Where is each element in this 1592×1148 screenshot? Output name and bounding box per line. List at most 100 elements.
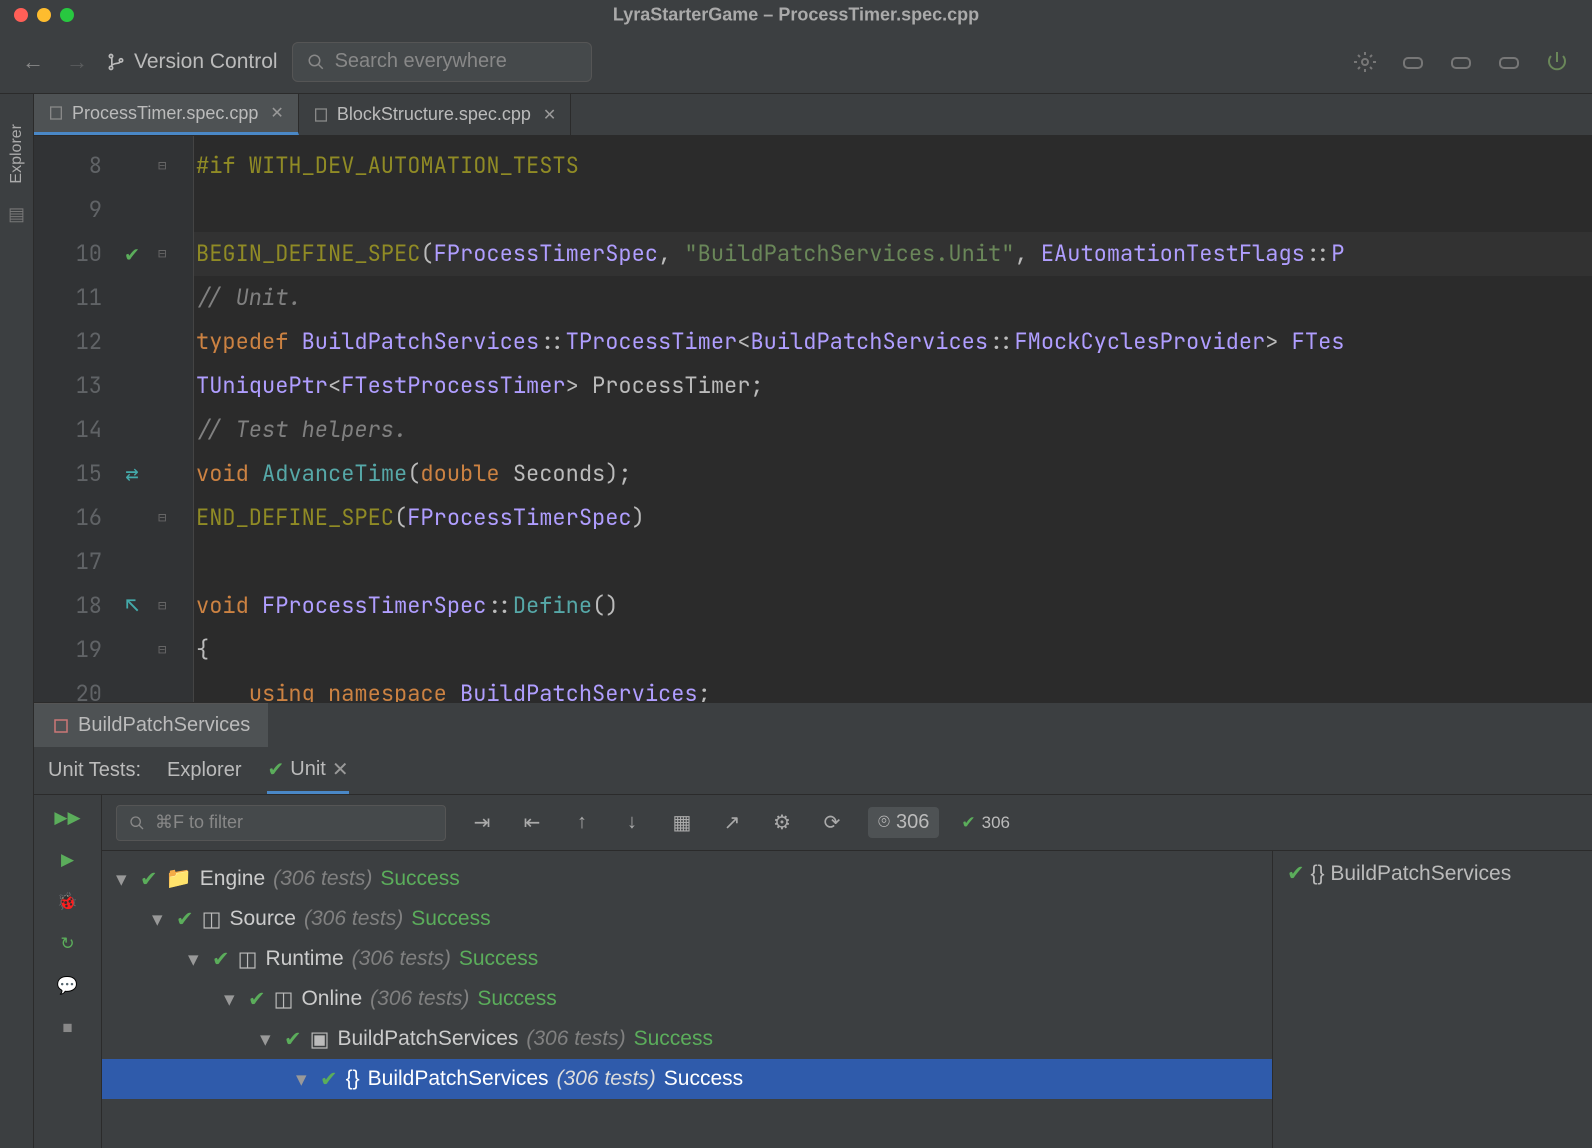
titlebar: LyraStarterGame – ProcessTimer.spec.cpp bbox=[0, 0, 1592, 30]
power-icon[interactable] bbox=[1540, 45, 1574, 79]
namespace-icon: {} bbox=[1310, 862, 1330, 885]
close-tab-button[interactable]: ✕ bbox=[270, 103, 283, 123]
panel-tab-label: BuildPatchServices bbox=[78, 714, 250, 737]
close-tab-button[interactable]: ✕ bbox=[543, 105, 556, 125]
tree-node[interactable]: ▾✔▣ BuildPatchServices (306 tests) Succe… bbox=[102, 1019, 1272, 1059]
test-tree[interactable]: ▾✔📁 Engine (306 tests) Success▾✔◫ Source… bbox=[102, 851, 1272, 1148]
subtab-label: Explorer bbox=[167, 759, 241, 782]
zoom-window-button[interactable] bbox=[60, 8, 74, 22]
search-placeholder: Search everywhere bbox=[335, 50, 507, 73]
editor-tab[interactable]: BlockStructure.spec.cpp ✕ bbox=[299, 94, 572, 135]
controller-icon-3[interactable] bbox=[1492, 45, 1526, 79]
controller-icon[interactable] bbox=[1396, 45, 1430, 79]
unit-tests-subtabs: Unit Tests: Explorer ✔ Unit ✕ bbox=[34, 747, 1592, 795]
chat-icon[interactable]: 💬 bbox=[55, 973, 81, 999]
nav-back-button[interactable]: ← bbox=[18, 47, 48, 77]
test-count-icon: ⌾ bbox=[878, 811, 890, 834]
stop-button[interactable]: ■ bbox=[55, 1015, 81, 1041]
node-type-icon: {} bbox=[346, 1067, 360, 1091]
tree-node[interactable]: ▾✔{} BuildPatchServices (306 tests) Succ… bbox=[102, 1059, 1272, 1099]
code-editor[interactable]: 891011121314151617181920 ✔⇄↖ ⊟⊟⊟⊟⊟ #if W… bbox=[34, 136, 1592, 702]
chevron-down-icon[interactable]: ▾ bbox=[260, 1027, 276, 1052]
filter-input[interactable]: ⌘F to filter bbox=[116, 805, 446, 841]
rerun-button[interactable]: ↻ bbox=[55, 931, 81, 957]
check-icon: ✔ bbox=[267, 757, 284, 782]
cpp-file-icon bbox=[48, 105, 64, 121]
tree-node[interactable]: ▾✔◫ Runtime (306 tests) Success bbox=[102, 939, 1272, 979]
node-type-icon: 📁 bbox=[166, 867, 192, 891]
refresh-button[interactable]: ⟳ bbox=[818, 810, 846, 835]
node-type-icon: ▣ bbox=[310, 1027, 330, 1052]
code-area[interactable]: #if WITH_DEV_AUTOMATION_TESTSBEGIN_DEFIN… bbox=[194, 136, 1592, 702]
version-control-button[interactable]: Version Control bbox=[106, 50, 278, 74]
close-subtab-button[interactable]: ✕ bbox=[332, 757, 349, 782]
export-button[interactable]: ↗ bbox=[718, 810, 746, 835]
minimize-window-button[interactable] bbox=[37, 8, 51, 22]
marks-gutter: ✔⇄↖ bbox=[112, 136, 152, 702]
editor-tabs: ProcessTimer.spec.cpp✕BlockStructure.spe… bbox=[34, 94, 1592, 136]
branch-icon bbox=[106, 52, 126, 72]
node-name: Online bbox=[301, 987, 362, 1011]
node-count: (306 tests) bbox=[557, 1067, 656, 1091]
node-name: Runtime bbox=[265, 947, 343, 971]
node-status: Success bbox=[634, 1027, 713, 1051]
tab-label: BlockStructure.spec.cpp bbox=[337, 104, 531, 125]
check-icon: ✔ bbox=[284, 1027, 302, 1052]
editor-tab[interactable]: ProcessTimer.spec.cpp ✕ bbox=[34, 94, 299, 135]
version-control-label: Version Control bbox=[134, 50, 278, 74]
tree-node[interactable]: ▾✔◫ Source (306 tests) Success bbox=[102, 899, 1272, 939]
sidebar-icon[interactable]: ▤ bbox=[8, 204, 25, 225]
nav-forward-button[interactable]: → bbox=[62, 47, 92, 77]
gear-icon[interactable]: ⚙ bbox=[768, 810, 796, 835]
passed-tests-badge: ✔ 306 bbox=[961, 813, 1010, 833]
node-count: (306 tests) bbox=[352, 947, 451, 971]
layout-button[interactable]: ▦ bbox=[668, 810, 696, 835]
chevron-down-icon[interactable]: ▾ bbox=[224, 987, 240, 1012]
node-type-icon: ◫ bbox=[238, 947, 258, 972]
chevron-down-icon[interactable]: ▾ bbox=[296, 1067, 312, 1092]
chevron-down-icon[interactable]: ▾ bbox=[152, 907, 168, 932]
panel-tab-buildpatchservices[interactable]: BuildPatchServices bbox=[34, 703, 268, 747]
node-type-icon: ◫ bbox=[202, 907, 222, 932]
total-tests-badge: ⌾ 306 bbox=[868, 807, 939, 838]
tree-node[interactable]: ▾ ✔ ◫ Online (306 tests) Success bbox=[102, 979, 1272, 1019]
run-button[interactable]: ▶ bbox=[55, 847, 81, 873]
subtab-unit[interactable]: ✔ Unit ✕ bbox=[267, 747, 348, 794]
unit-tests-label: Unit Tests: bbox=[48, 759, 141, 782]
check-icon: ✔ bbox=[176, 907, 194, 932]
check-icon: ✔ bbox=[248, 987, 266, 1012]
package-icon bbox=[52, 717, 70, 735]
fold-gutter[interactable]: ⊟⊟⊟⊟⊟ bbox=[152, 136, 194, 702]
node-count: (306 tests) bbox=[273, 867, 372, 891]
down-arrow-button[interactable]: ↓ bbox=[618, 811, 646, 834]
chevron-down-icon[interactable]: ▾ bbox=[188, 947, 204, 972]
search-everywhere-input[interactable]: Search everywhere bbox=[292, 42, 592, 82]
tab-label: ProcessTimer.spec.cpp bbox=[72, 103, 258, 124]
check-icon: ✔ bbox=[961, 813, 975, 833]
subtab-explorer[interactable]: Explorer bbox=[167, 747, 241, 794]
node-count: (306 tests) bbox=[304, 907, 403, 931]
traffic-lights bbox=[14, 8, 74, 22]
test-results-toolbar: ⌘F to filter ⇥ ⇤ ↑ ↓ ▦ ↗ ⚙ ⟳ ⌾ 306 bbox=[102, 795, 1592, 851]
up-arrow-button[interactable]: ↑ bbox=[568, 811, 596, 834]
node-name: BuildPatchServices bbox=[368, 1067, 549, 1091]
node-status: Success bbox=[477, 987, 556, 1011]
settings-icon[interactable] bbox=[1348, 45, 1382, 79]
explorer-tool-button[interactable]: Explorer bbox=[8, 124, 26, 184]
node-type-icon: ◫ bbox=[274, 987, 294, 1012]
debug-button[interactable]: 🐞 bbox=[55, 889, 81, 915]
main-toolbar: ← → Version Control Search everywhere bbox=[0, 30, 1592, 94]
run-all-button[interactable]: ▶▶ bbox=[55, 805, 81, 831]
close-window-button[interactable] bbox=[14, 8, 28, 22]
subtab-label: Unit bbox=[290, 758, 326, 781]
chevron-down-icon[interactable]: ▾ bbox=[116, 867, 132, 892]
expand-button[interactable]: ⇤ bbox=[518, 810, 546, 835]
node-count: (306 tests) bbox=[370, 987, 469, 1011]
check-icon: ✔ bbox=[212, 947, 230, 972]
left-sidebar: Explorer ▤ bbox=[0, 94, 34, 1148]
tree-node[interactable]: ▾✔📁 Engine (306 tests) Success bbox=[102, 859, 1272, 899]
check-icon: ✔ bbox=[1287, 862, 1310, 885]
controller-icon-2[interactable] bbox=[1444, 45, 1478, 79]
check-icon: ✔ bbox=[140, 867, 158, 892]
collapse-button[interactable]: ⇥ bbox=[468, 810, 496, 835]
